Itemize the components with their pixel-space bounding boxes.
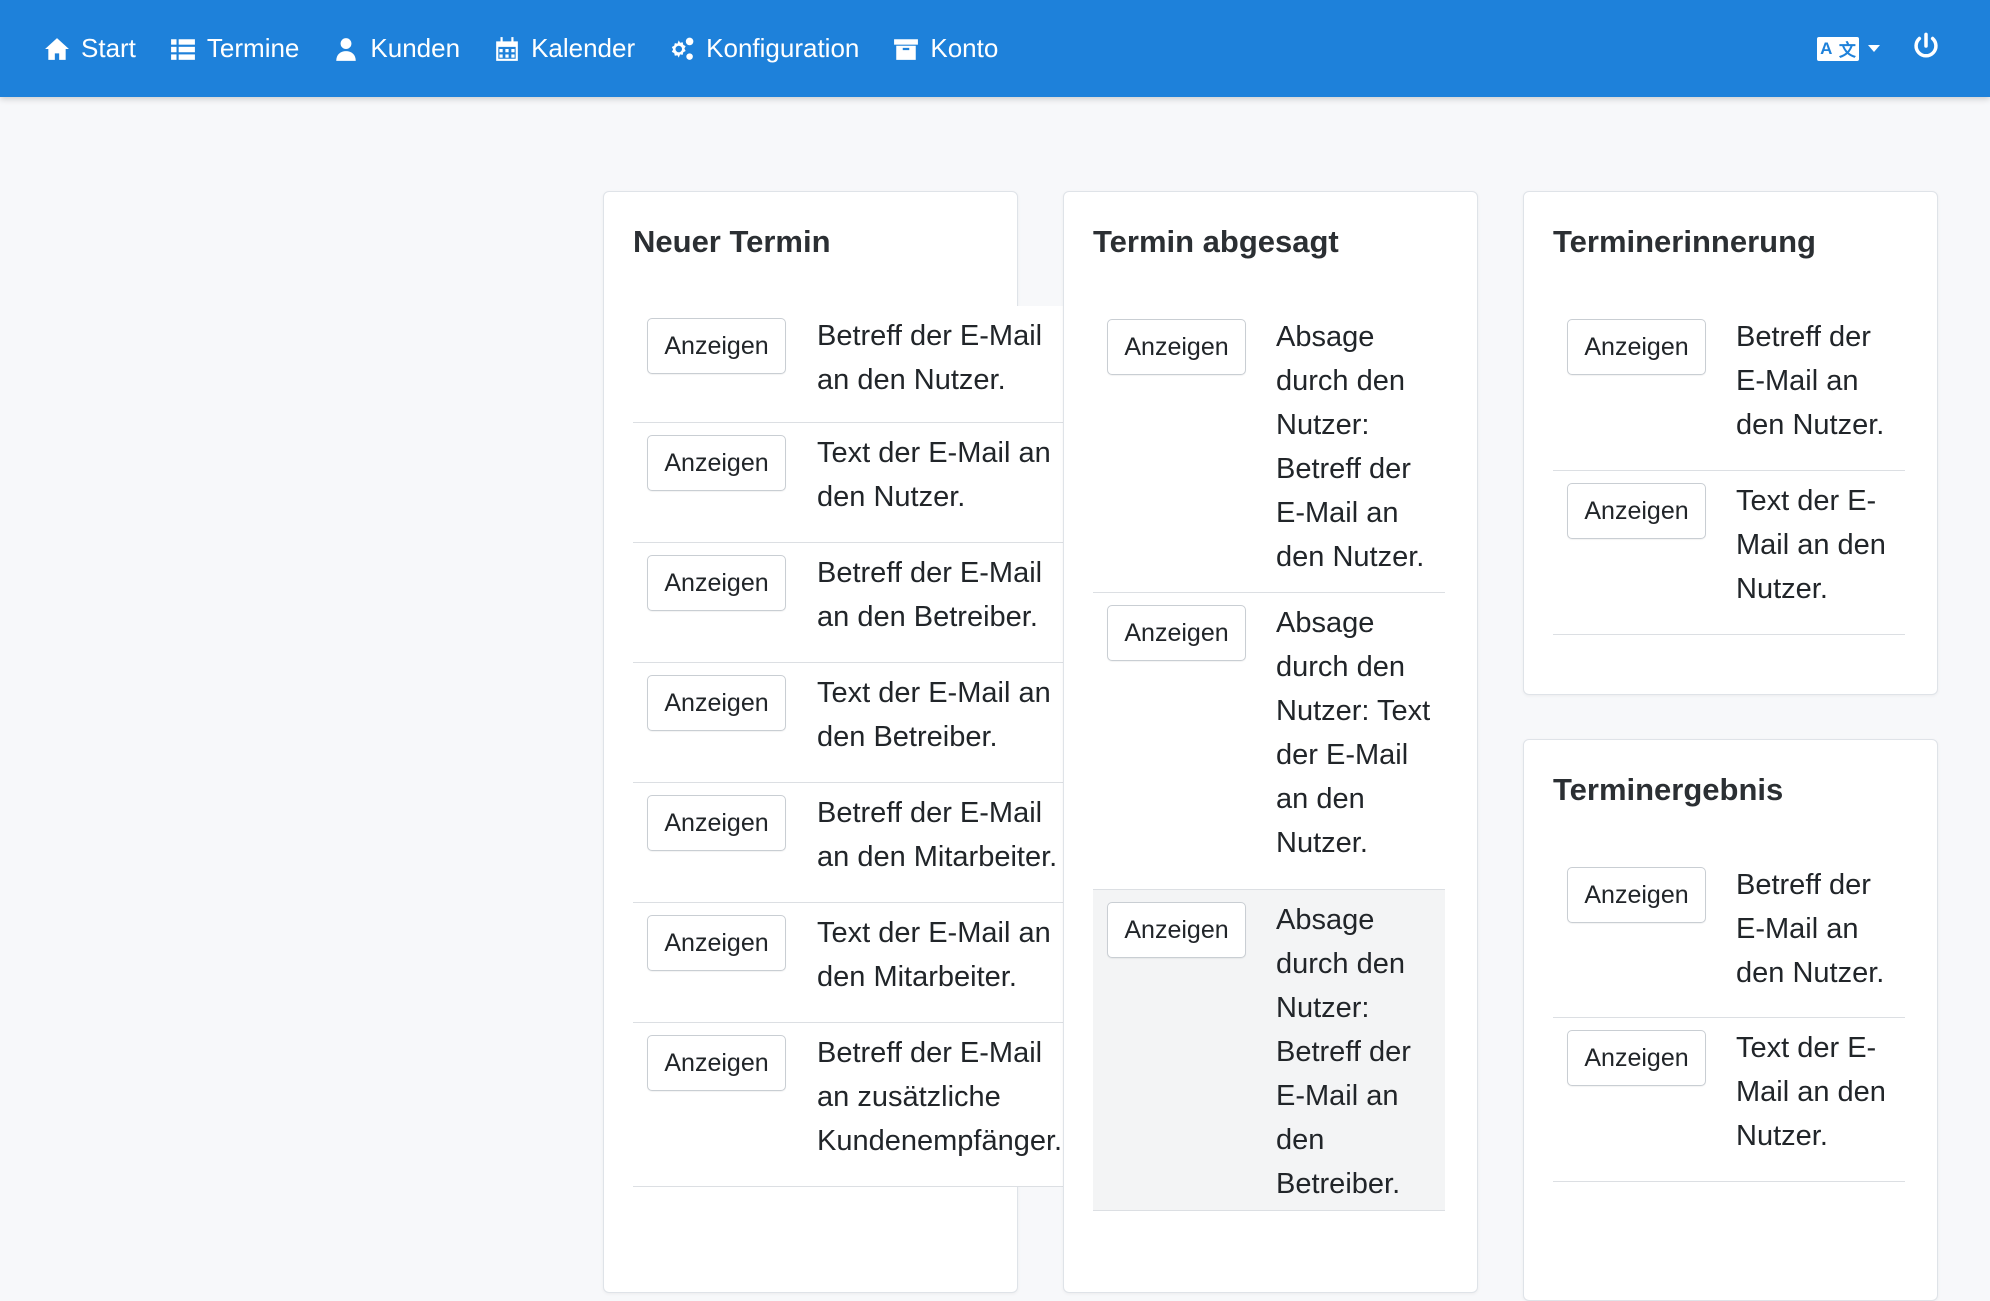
- nav-item-start[interactable]: Start: [44, 33, 136, 64]
- card-terminerinnerung: Terminerinnerung Anzeigen Betreff der E-…: [1523, 191, 1938, 695]
- item-description: Betreff der E-Mail an den Mitarbeiter.: [817, 797, 1058, 873]
- nav-item-label: Kalender: [531, 33, 636, 63]
- show-button[interactable]: Anzeigen: [647, 675, 786, 731]
- calendar-icon: [496, 36, 518, 61]
- user-icon: [336, 37, 357, 61]
- card-termin-abgesagt: Termin abgesagt Anzeigen Absage durch de…: [1063, 191, 1478, 1293]
- nav-item-label: Kunden: [370, 33, 461, 63]
- item-description: Text der E-Mail an den Nutzer.: [817, 437, 1051, 513]
- show-button[interactable]: Anzeigen: [647, 795, 786, 851]
- card-terminergebnis: Terminergebnis Anzeigen Betreff der E-Ma…: [1523, 739, 1938, 1301]
- item-description: Absage durch den Nutzer: Betreff der E-M…: [1276, 321, 1425, 573]
- item-description: Absage durch den Nutzer: Text der E-Mail…: [1276, 607, 1431, 859]
- show-button[interactable]: Anzeigen: [1107, 902, 1246, 958]
- chevron-down-icon: [1868, 45, 1880, 52]
- item-description: Absage durch den Nutzer: Betreff der E-M…: [1276, 904, 1411, 1200]
- item-description: Text der E-Mail an den Nutzer.: [1736, 485, 1886, 605]
- list-item: Anzeigen Betreff der E-Mail an den Nutze…: [1553, 307, 1905, 471]
- item-description: Text der E-Mail an den Betreiber.: [817, 677, 1051, 753]
- show-button[interactable]: Anzeigen: [1567, 867, 1706, 923]
- nav-item-label: Konfiguration: [706, 33, 860, 63]
- item-description: Betreff der E-Mail an zusätzliche Kunden…: [817, 1037, 1063, 1157]
- item-description: Betreff der E-Mail an den Nutzer.: [1736, 321, 1885, 441]
- power-icon: [1914, 32, 1938, 58]
- item-description: Betreff der E-Mail an den Nutzer.: [817, 320, 1043, 396]
- language-dropdown[interactable]: A文: [1817, 36, 1880, 61]
- archive-icon: [894, 38, 919, 60]
- nav-item-kalender[interactable]: Kalender: [494, 33, 635, 64]
- card-title: Termin abgesagt: [1093, 224, 1339, 259]
- show-button[interactable]: Anzeigen: [647, 555, 786, 611]
- list-item: Anzeigen Text der E-Mail an den Nutzer.: [1553, 471, 1905, 635]
- nav-item-kunden[interactable]: Kunden: [333, 33, 460, 64]
- show-button[interactable]: Anzeigen: [1107, 605, 1246, 661]
- nav-item-termine[interactable]: Termine: [170, 33, 299, 64]
- item-description: Betreff der E-Mail an den Betreiber.: [817, 557, 1043, 633]
- item-description: Betreff der E-Mail an den Nutzer.: [1736, 869, 1885, 989]
- list-item: Anzeigen Betreff der E-Mail an den Nutze…: [1553, 855, 1905, 1018]
- nav-item-label: Termine: [206, 33, 300, 63]
- cogs-icon: [671, 37, 694, 60]
- list-item: Anzeigen Text der E-Mail an den Nutzer.: [1553, 1018, 1905, 1182]
- list-item: Anzeigen Text der E-Mail an den Nutzer.: [633, 423, 1063, 543]
- nav-item-konto[interactable]: Konto: [893, 33, 998, 64]
- card-title: Neuer Termin: [633, 224, 831, 259]
- nav-menu: Start Termine Kunden Kalender Konfigurat…: [44, 33, 1032, 64]
- card-title: Terminergebnis: [1553, 772, 1784, 807]
- list-item: Anzeigen Text der E-Mail an den Mitarbei…: [633, 903, 1063, 1023]
- logout-button[interactable]: [1912, 32, 1940, 65]
- show-button[interactable]: Anzeigen: [1107, 319, 1246, 375]
- show-button[interactable]: Anzeigen: [647, 435, 786, 491]
- list-item: Anzeigen Betreff der E-Mail an zusätzlic…: [633, 1023, 1063, 1187]
- show-button[interactable]: Anzeigen: [1567, 1030, 1706, 1086]
- list-item: Anzeigen Absage durch den Nutzer: Betref…: [1093, 890, 1445, 1211]
- nav-item-label: Konto: [930, 33, 999, 63]
- list-icon: [171, 38, 195, 60]
- item-description: Text der E-Mail an den Mitarbeiter.: [817, 917, 1051, 993]
- list-item: Anzeigen Betreff der E-Mail an den Nutze…: [633, 306, 1063, 423]
- language-icon: A文: [1817, 36, 1859, 61]
- list-item: Anzeigen Absage durch den Nutzer: Betref…: [1093, 307, 1445, 593]
- list-item: Anzeigen Text der E-Mail an den Betreibe…: [633, 663, 1063, 783]
- show-button[interactable]: Anzeigen: [1567, 483, 1706, 539]
- home-icon: [45, 37, 69, 60]
- nav-item-konfiguration[interactable]: Konfiguration: [669, 33, 859, 64]
- list-item: Anzeigen Absage durch den Nutzer: Text d…: [1093, 593, 1445, 890]
- top-navbar: Start Termine Kunden Kalender Konfigurat…: [0, 0, 1990, 97]
- item-description: Text der E-Mail an den Nutzer.: [1736, 1032, 1886, 1152]
- list-item: Anzeigen Betreff der E-Mail an den Mitar…: [633, 783, 1063, 903]
- list-item: Anzeigen Betreff der E-Mail an den Betre…: [633, 543, 1063, 663]
- show-button[interactable]: Anzeigen: [647, 915, 786, 971]
- show-button[interactable]: Anzeigen: [647, 1035, 786, 1091]
- nav-right: A文: [1817, 0, 1990, 97]
- show-button[interactable]: Anzeigen: [1567, 319, 1706, 375]
- nav-item-label: Start: [81, 33, 136, 63]
- show-button[interactable]: Anzeigen: [647, 318, 786, 374]
- card-title: Terminerinnerung: [1553, 224, 1816, 259]
